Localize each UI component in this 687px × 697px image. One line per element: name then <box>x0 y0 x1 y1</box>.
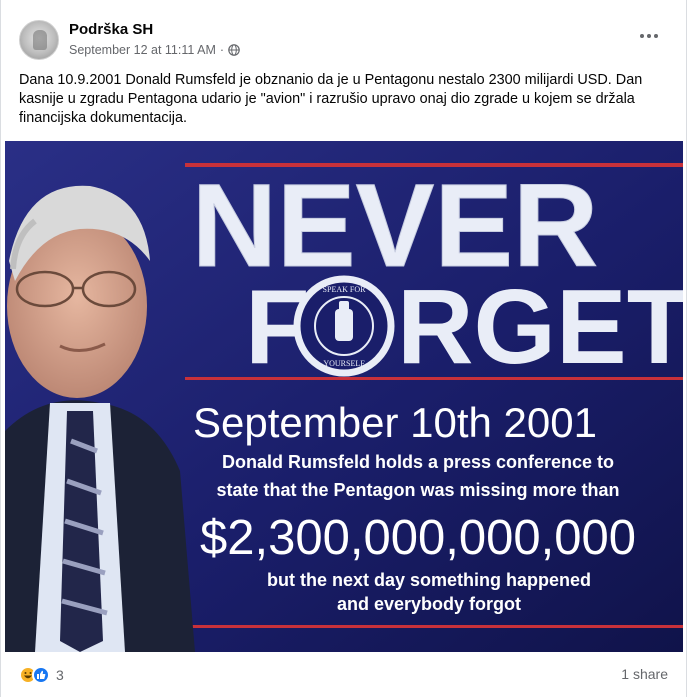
poster-line-3: but the next day something happened <box>267 570 591 590</box>
post-image[interactable]: NEVER F SPEAK FOR YOURSELF RGET Septembe… <box>5 141 683 652</box>
poster-amount: $2,300,000,000,000 <box>200 511 636 565</box>
reaction-count: 3 <box>56 667 64 683</box>
meta-separator: · <box>219 43 225 57</box>
poster-line-1: Donald Rumsfeld holds a press conference… <box>222 452 614 472</box>
page-avatar[interactable] <box>19 20 59 60</box>
post-card: Podrška SH September 12 at 11:11 AM · Da… <box>0 0 687 697</box>
like-icon <box>32 666 50 684</box>
more-options-icon[interactable] <box>634 26 664 46</box>
seal-top-text: SPEAK FOR <box>323 285 367 294</box>
poster-line-2: state that the Pentagon was missing more… <box>216 480 619 500</box>
shares-count-link[interactable]: 1 share <box>621 666 668 682</box>
post-header: Podrška SH September 12 at 11:11 AM · <box>19 18 668 66</box>
seal-bottom-text: YOURSELF <box>323 359 365 368</box>
post-meta: September 12 at 11:11 AM · <box>69 43 240 57</box>
post-timestamp[interactable]: September 12 at 11:11 AM <box>69 43 216 57</box>
headline-rget: RGET <box>397 268 683 386</box>
page-name-link[interactable]: Podrška SH <box>69 21 153 38</box>
seal-icon: SPEAK FOR YOURSELF <box>293 275 395 377</box>
poster-line-4: and everybody forgot <box>337 594 521 614</box>
globe-icon <box>228 44 240 56</box>
post-footer: 3 1 share <box>1 652 687 697</box>
post-text: Dana 10.9.2001 Donald Rumsfeld je obznan… <box>19 72 643 126</box>
reactions-summary[interactable]: 3 <box>19 666 64 684</box>
poster-date: September 10th 2001 <box>193 399 597 446</box>
